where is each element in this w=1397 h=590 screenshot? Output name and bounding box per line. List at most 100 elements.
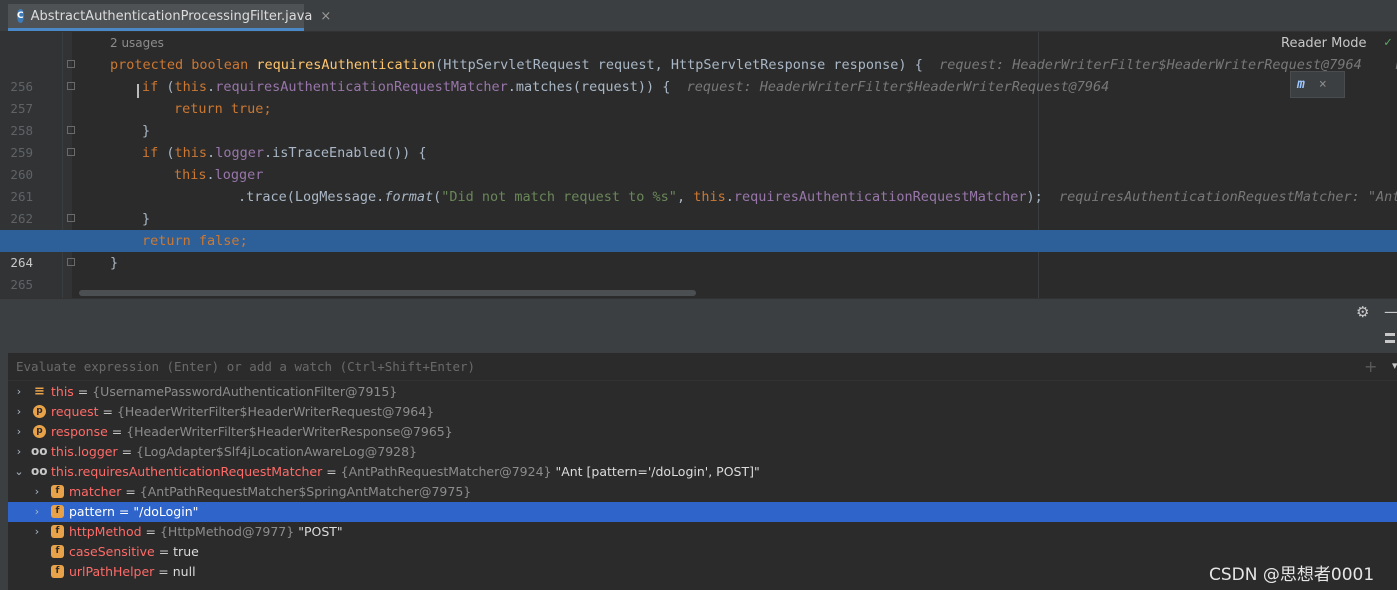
variable-name: this.requiresAuthenticationRequestMatche…	[51, 464, 323, 479]
equals-sign: =	[121, 484, 140, 499]
variable-row-case-sensitive[interactable]: f caseSensitive = true	[8, 542, 1397, 562]
variable-type: {LogAdapter$Slf4jLocationAwareLog@7928}	[136, 444, 418, 459]
expand-arrow-icon[interactable]: ›	[32, 522, 42, 542]
variable-row-this-logger[interactable]: › oo this.logger = {LogAdapter$Slf4jLoca…	[8, 442, 1397, 462]
fold-marker-icon[interactable]	[67, 214, 75, 222]
evaluate-expression-bar: + ▾	[8, 353, 1397, 381]
expand-arrow-icon[interactable]: ›	[14, 442, 24, 462]
variable-type: {HeaderWriterFilter$HeaderWriterResponse…	[126, 424, 453, 439]
variable-type: {AntPathRequestMatcher@7924}	[340, 464, 552, 479]
debugger-subbar	[0, 325, 1397, 353]
expand-arrow-icon[interactable]: ›	[32, 502, 42, 522]
code-line: 260 if (this.logger.isTraceEnabled()) {	[0, 142, 1397, 182]
code-line: 256 protected boolean requiresAuthentica…	[0, 54, 1397, 94]
fold-marker-icon[interactable]	[67, 148, 75, 156]
code-token: if	[142, 145, 159, 161]
code-token: (	[433, 189, 442, 205]
parameter-icon: p	[33, 405, 46, 418]
editor-tab-bar: C AbstractAuthenticationProcessingFilter…	[0, 0, 1397, 32]
expand-arrow-icon[interactable]: ›	[14, 382, 24, 402]
code-token: ,	[676, 189, 694, 205]
fold-marker-icon[interactable]	[67, 60, 75, 68]
code-token: (	[158, 79, 175, 95]
horizontal-scrollbar[interactable]	[79, 290, 696, 296]
equals-sign: =	[154, 544, 174, 559]
field-token: requiresAuthenticationRequestMatcher	[733, 189, 1027, 205]
code-token: );	[1026, 189, 1043, 205]
code-token: false	[198, 233, 240, 249]
fold-marker-icon[interactable]	[67, 126, 75, 134]
variable-value: "/doLogin"	[133, 504, 199, 519]
minimize-icon[interactable]: —	[1384, 302, 1397, 321]
fold-marker-icon[interactable]	[67, 258, 75, 266]
reader-mode-button[interactable]: Reader Mode	[1281, 36, 1367, 51]
tab-close-icon[interactable]: ×	[320, 9, 331, 24]
code-token: .	[206, 167, 215, 183]
variable-row-this[interactable]: › ≡ this = {UsernamePasswordAuthenticati…	[8, 382, 1397, 402]
chevron-down-icon[interactable]: ▾	[1392, 359, 1397, 372]
expand-arrow-icon[interactable]: ›	[14, 402, 24, 422]
variable-name: response	[51, 424, 108, 439]
code-line: 262 .trace(LogMessage.format("Did not ma…	[0, 186, 1397, 226]
expand-arrow-icon[interactable]: ›	[14, 422, 24, 442]
popup-close-icon[interactable]: ×	[1319, 77, 1327, 92]
code-token: .	[725, 189, 734, 205]
maven-reload-popup[interactable]: m ×	[1290, 71, 1345, 98]
variable-row-url-path-helper[interactable]: f urlPathHelper = null	[8, 562, 1397, 582]
variable-name: urlPathHelper	[69, 564, 155, 579]
code-token: }	[142, 123, 151, 139]
maven-reload-icon[interactable]: m	[1297, 77, 1305, 92]
code-token: ;	[263, 101, 272, 117]
variable-value: "Ant [pattern='/doLogin', POST]"	[551, 464, 760, 479]
variable-row-matcher[interactable]: › f matcher = {AntPathRequestMatcher$Spr…	[8, 482, 1397, 502]
variable-row-pattern[interactable]: › f pattern = "/doLogin"	[8, 502, 1397, 522]
equals-sign: =	[141, 524, 160, 539]
layout-icon[interactable]	[1385, 333, 1395, 343]
variable-name: matcher	[69, 484, 122, 499]
parameter-icon: p	[33, 425, 46, 438]
expand-arrow-icon[interactable]: ›	[32, 482, 42, 502]
gear-icon[interactable]: ⚙	[1356, 303, 1369, 321]
inspection-ok-icon[interactable]: ✓	[1384, 35, 1392, 50]
variable-type: {AntPathRequestMatcher$SpringAntMatcher@…	[139, 484, 472, 499]
code-line: 261 this.logger	[0, 164, 1397, 204]
add-watch-icon[interactable]: +	[1364, 357, 1377, 376]
variables-tree: › ≡ this = {UsernamePasswordAuthenticati…	[8, 382, 1397, 590]
code-editor[interactable]: 2 usages Reader Mode ✓ 256 protected boo…	[0, 32, 1397, 298]
variable-row-request-matcher[interactable]: ⌄ oo this.requiresAuthenticationRequestM…	[8, 462, 1397, 482]
inline-debug-value: requiresAuthenticationRequestMatcher: "A…	[1059, 189, 1397, 205]
code-line: 259 }	[0, 120, 1397, 160]
code-token: .	[207, 79, 216, 95]
evaluate-expression-input[interactable]	[8, 353, 1338, 380]
field-icon: f	[51, 485, 64, 498]
field-icon: f	[51, 565, 64, 578]
code-token: this	[174, 167, 207, 183]
equals-sign: =	[73, 384, 93, 399]
fold-marker-icon[interactable]	[67, 82, 75, 90]
variable-row-http-method[interactable]: › f httpMethod = {HttpMethod@7977} "POST…	[8, 522, 1397, 542]
variable-value: null	[172, 564, 196, 579]
csdn-watermark: CSDN @思想者0001	[1209, 565, 1375, 585]
field-icon: f	[51, 505, 64, 518]
code-token: (HttpServletRequest request, HttpServlet…	[435, 57, 923, 73]
variable-row-response[interactable]: › p response = {HeaderWriterFilter$Heade…	[8, 422, 1397, 442]
java-class-icon: C	[17, 9, 24, 23]
field-icon: f	[51, 525, 64, 538]
variable-row-request[interactable]: › p request = {HeaderWriterFilter$Header…	[8, 402, 1397, 422]
collapse-arrow-icon[interactable]: ⌄	[14, 462, 24, 482]
variable-type: {HeaderWriterFilter$HeaderWriterRequest@…	[116, 404, 435, 419]
code-token: true	[230, 101, 264, 117]
equals-sign: =	[107, 424, 127, 439]
code-token: this	[174, 79, 208, 95]
usages-hint[interactable]: 2 usages	[110, 36, 164, 50]
field-icon: f	[51, 545, 64, 558]
current-execution-line: 264 return false;	[0, 230, 1397, 270]
code-line: 257 if (this.requiresAuthenticationReque…	[0, 76, 1397, 116]
variable-type: {UsernamePasswordAuthenticationFilter@79…	[92, 384, 398, 399]
code-line: 263 }	[0, 208, 1397, 248]
variable-name: this	[51, 384, 74, 399]
text-cursor	[137, 84, 139, 98]
code-line: 258 return true;	[0, 98, 1397, 138]
tab-abstract-authentication-processing-filter[interactable]: C AbstractAuthenticationProcessingFilter…	[8, 4, 331, 31]
code-token: .trace(LogMessage.	[238, 189, 385, 205]
